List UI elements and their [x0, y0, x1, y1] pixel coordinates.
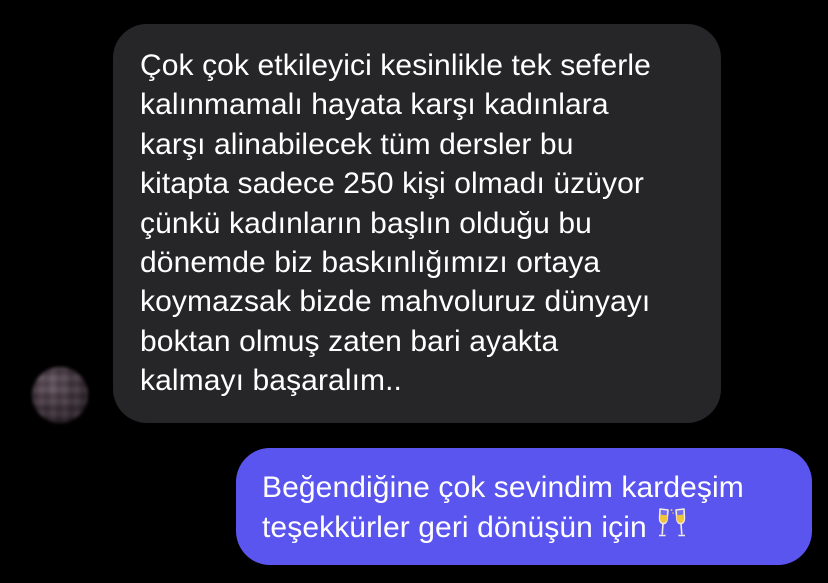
clinking-glasses-icon: [657, 507, 687, 549]
incoming-message-bubble[interactable]: Çok çok etkileyici kesinlikle tek seferl…: [113, 24, 721, 423]
chat-thread: Çok çok etkileyici kesinlikle tek seferl…: [0, 0, 828, 583]
outgoing-message-bubble[interactable]: Beğendiğine çok sevindim kardeşim teşekk…: [236, 448, 812, 565]
incoming-message-text: Çok çok etkileyici kesinlikle tek seferl…: [140, 49, 651, 398]
sender-avatar[interactable]: [32, 367, 88, 423]
